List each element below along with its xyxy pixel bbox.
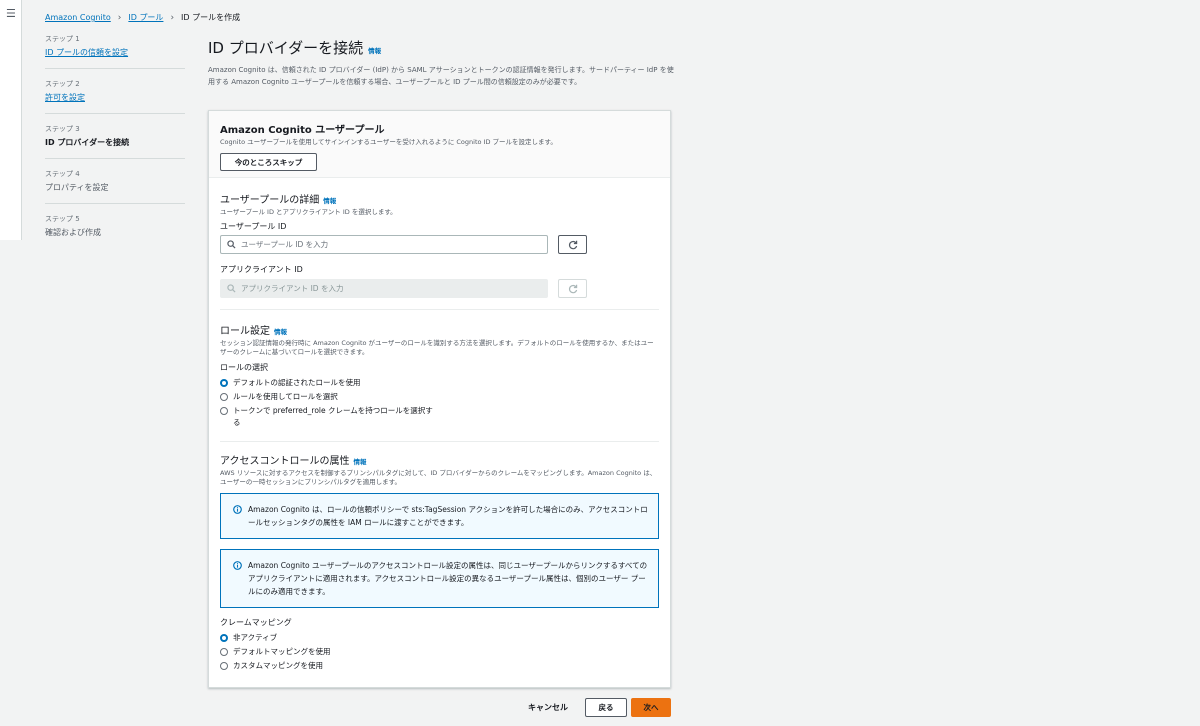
claim-option-label: 非アクティブ: [233, 633, 278, 642]
skip-button[interactable]: 今のところスキップ: [220, 153, 317, 171]
step-5-title: 確認および作成: [45, 228, 101, 237]
radio-selected[interactable]: [220, 634, 228, 642]
radio-unselected[interactable]: [220, 662, 228, 670]
details-title: ユーザープールの詳細 情報: [220, 191, 659, 206]
role-option-rules[interactable]: ルールを使用してロールを選択: [220, 391, 659, 403]
step-5: ステップ 5 確認および作成: [45, 214, 185, 248]
info-icon: [233, 505, 242, 514]
access-title-text: アクセスコントロールの属性: [220, 456, 350, 467]
step-3: ステップ 3 ID プロバイダーを接続: [45, 124, 185, 159]
refresh-icon: [568, 284, 577, 293]
claim-mapping-group: クレームマッピング 非アクティブ デフォルトマッピングを使用 カスタムマッピング…: [209, 617, 670, 672]
panel-header: Amazon Cognito ユーザープール Cognito ユーザープールを使…: [209, 111, 670, 178]
step-4-title: プロパティを設定: [45, 183, 109, 192]
radio-unselected[interactable]: [220, 648, 228, 656]
breadcrumb: Amazon Cognito › ID プール › ID プールを作成: [45, 12, 240, 23]
search-icon: [227, 284, 236, 293]
step-1-link[interactable]: ID プールの信頼を設定: [45, 48, 128, 57]
claim-mapping-label: クレームマッピング: [220, 618, 292, 627]
pool-id-label: ユーザープール ID: [220, 222, 287, 231]
role-option-label: トークンで preferred_role クレームを持つロールを選択する: [233, 406, 433, 427]
role-settings-section: ロール設定 情報 セッション認証情報の発行時に Amazon Cognito が…: [209, 310, 670, 441]
details-description: ユーザープール ID とアプリクライアント ID を選択します。: [220, 208, 397, 216]
step-number: ステップ 4: [45, 170, 80, 178]
info-alert-tagsession: Amazon Cognito は、ロールの信頼ポリシーで sts:TagSess…: [220, 493, 659, 539]
info-link[interactable]: 情報: [274, 326, 287, 336]
search-icon: [227, 240, 236, 249]
cancel-button[interactable]: キャンセル: [528, 702, 568, 713]
step-1: ステップ 1 ID プールの信頼を設定: [45, 34, 185, 69]
role-select-label: ロールの選択: [220, 363, 268, 372]
alert-text: Amazon Cognito は、ロールの信頼ポリシーで sts:TagSess…: [248, 505, 648, 527]
side-navigation-strip: ☰: [0, 0, 22, 240]
step-number: ステップ 5: [45, 215, 80, 223]
radio-unselected[interactable]: [220, 393, 228, 401]
claim-option-default[interactable]: デフォルトマッピングを使用: [220, 646, 659, 658]
pool-id-placeholder: ユーザープール ID を入力: [241, 240, 329, 249]
role-option-default[interactable]: デフォルトの認証されたロールを使用: [220, 377, 659, 389]
radio-unselected[interactable]: [220, 407, 228, 415]
userpool-details-section: ユーザープールの詳細 情報 ユーザープール ID とアプリクライアント ID を…: [209, 178, 670, 309]
step-number: ステップ 3: [45, 125, 80, 133]
alert-text: Amazon Cognito ユーザープールのアクセスコントロール設定の属性は、…: [248, 561, 648, 596]
radio-selected[interactable]: [220, 379, 228, 387]
chevron-right-icon: ›: [117, 12, 122, 23]
role-radio-group: デフォルトの認証されたロールを使用 ルールを使用してロールを選択 トークンで p…: [220, 377, 659, 429]
page-description: Amazon Cognito は、信頼された ID プロバイダー (IdP) か…: [208, 66, 674, 86]
claim-option-inactive[interactable]: 非アクティブ: [220, 632, 659, 644]
next-button[interactable]: 次へ: [631, 698, 671, 717]
role-option-label: ルールを使用してロールを選択: [233, 392, 338, 401]
page-title: ID プロバイダーを接続 情報: [208, 37, 678, 58]
wizard-footer: キャンセル 戻る 次へ: [23, 698, 671, 718]
userpool-panel: Amazon Cognito ユーザープール Cognito ユーザープールを使…: [208, 110, 671, 688]
main-content: Amazon Cognito › ID プール › ID プールを作成 ステップ…: [23, 0, 1200, 726]
claim-option-custom[interactable]: カスタムマッピングを使用: [220, 660, 659, 672]
info-link[interactable]: 情報: [368, 45, 381, 55]
client-id-placeholder: アプリクライアント ID を入力: [241, 284, 344, 293]
info-link[interactable]: 情報: [354, 456, 367, 466]
step-2: ステップ 2 許可を設定: [45, 79, 185, 114]
pool-id-row: ユーザープール ID を入力: [220, 235, 659, 254]
panel-title: Amazon Cognito ユーザープール: [220, 125, 385, 136]
role-option-label: デフォルトの認証されたロールを使用: [233, 378, 361, 387]
access-control-section: アクセスコントロールの属性 情報 AWS リソースに対するアクセスを制御するプリ…: [209, 442, 670, 672]
step-2-link[interactable]: 許可を設定: [45, 93, 85, 102]
claim-option-label: カスタムマッピングを使用: [233, 661, 323, 670]
back-button[interactable]: 戻る: [585, 698, 627, 717]
info-link[interactable]: 情報: [323, 195, 336, 205]
client-id-label: アプリクライアント ID: [220, 265, 303, 274]
role-option-preferred[interactable]: トークンで preferred_role クレームを持つロールを選択する: [220, 405, 659, 429]
step-4: ステップ 4 プロパティを設定: [45, 169, 185, 204]
step-number: ステップ 1: [45, 35, 80, 43]
role-title: ロール設定 情報: [220, 322, 659, 337]
details-title-text: ユーザープールの詳細: [220, 195, 320, 206]
client-id-input[interactable]: アプリクライアント ID を入力: [220, 279, 548, 298]
breadcrumb-cognito[interactable]: Amazon Cognito: [45, 13, 111, 22]
client-id-row: アプリクライアント ID を入力: [220, 279, 659, 298]
refresh-button-disabled[interactable]: [558, 279, 587, 298]
wizard-steps: ステップ 1 ID プールの信頼を設定 ステップ 2 許可を設定 ステップ 3 …: [45, 34, 185, 258]
refresh-button[interactable]: [558, 235, 587, 254]
breadcrumb-current: ID プールを作成: [181, 13, 241, 22]
hamburger-icon[interactable]: ☰: [6, 8, 16, 19]
refresh-icon: [568, 240, 577, 249]
panel-description: Cognito ユーザープールを使用してサインインするユーザーを受け入れるように…: [220, 138, 557, 146]
pool-id-input[interactable]: ユーザープール ID を入力: [220, 235, 548, 254]
claim-option-label: デフォルトマッピングを使用: [233, 647, 331, 656]
claim-radio-group: 非アクティブ デフォルトマッピングを使用 カスタムマッピングを使用: [220, 632, 659, 672]
access-header: アクセスコントロールの属性 情報 AWS リソースに対するアクセスを制御するプリ…: [209, 452, 670, 487]
step-3-current: ID プロバイダーを接続: [45, 138, 130, 147]
role-title-text: ロール設定: [220, 326, 270, 337]
access-description: AWS リソースに対するアクセスを制御するプリンシパルタグに対して、ID プロバ…: [220, 469, 657, 486]
page-title-text: ID プロバイダーを接続: [208, 39, 364, 57]
info-alert-userpool: Amazon Cognito ユーザープールのアクセスコントロール設定の属性は、…: [220, 549, 659, 608]
breadcrumb-id-pools[interactable]: ID プール: [128, 12, 163, 23]
step-number: ステップ 2: [45, 80, 80, 88]
page-header: ID プロバイダーを接続 情報 Amazon Cognito は、信頼された I…: [208, 37, 678, 88]
role-description: セッション認証情報の発行時に Amazon Cognito がユーザーのロールを…: [220, 339, 654, 356]
access-title: アクセスコントロールの属性 情報: [220, 452, 659, 467]
chevron-right-icon: ›: [170, 12, 175, 23]
info-icon: [233, 561, 242, 570]
